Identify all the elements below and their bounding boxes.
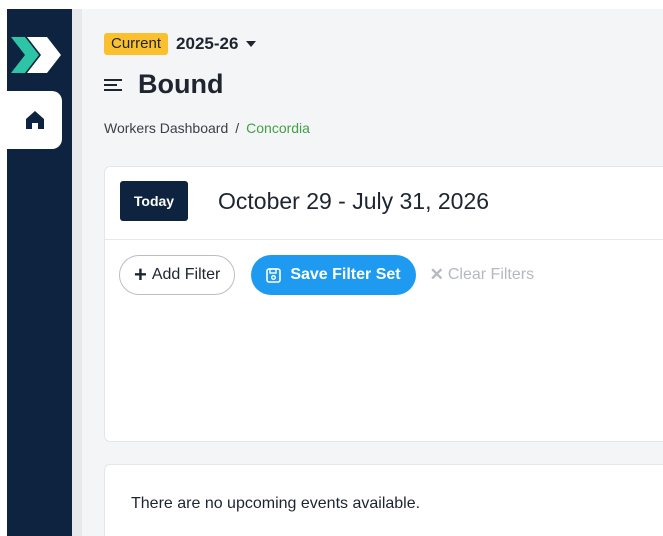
- date-range-bar: Today October 29 - July 31, 2026: [105, 167, 663, 240]
- bound-logo-icon[interactable]: [11, 35, 61, 75]
- save-filter-set-button[interactable]: Save Filter Set: [251, 255, 416, 295]
- caret-down-icon: [246, 41, 257, 47]
- page-header: Bound: [104, 69, 223, 100]
- main-content: Current 2025-26 Bound Workers Dashboard /…: [82, 9, 663, 536]
- app-window: Current 2025-26 Bound Workers Dashboard /…: [0, 0, 663, 536]
- filter-toolbar: + Add Filter Save Filter Set ✕ Clear Fil…: [119, 255, 534, 295]
- floppy-disk-icon: [266, 267, 282, 283]
- season-value: 2025-26: [176, 34, 239, 53]
- breadcrumb-separator: /: [235, 120, 240, 136]
- sidebar-nav: [7, 9, 72, 536]
- home-icon: [25, 111, 44, 129]
- breadcrumb-item-concordia: Concordia: [246, 120, 310, 136]
- clear-filters-button[interactable]: ✕ Clear Filters: [430, 265, 534, 285]
- save-filter-set-label: Save Filter Set: [290, 266, 401, 283]
- upcoming-events-card: There are no upcoming events available.: [104, 464, 663, 536]
- clear-filters-label: Clear Filters: [447, 266, 535, 283]
- x-icon: ✕: [429, 265, 444, 284]
- sidebar-item-home[interactable]: [7, 91, 62, 149]
- breadcrumb: Workers Dashboard / Concordia: [104, 120, 310, 136]
- date-range-label: October 29 - July 31, 2026: [218, 188, 490, 214]
- dashboard-filter-card: Today October 29 - July 31, 2026 + Add F…: [104, 166, 663, 442]
- season-selector[interactable]: Current 2025-26: [104, 33, 257, 55]
- events-empty-message: There are no upcoming events available.: [131, 495, 421, 512]
- current-badge: Current: [104, 33, 169, 55]
- today-button[interactable]: Today: [120, 181, 188, 221]
- plus-icon: +: [134, 262, 147, 287]
- menu-icon[interactable]: [104, 77, 124, 93]
- add-filter-button[interactable]: + Add Filter: [119, 255, 236, 295]
- breadcrumb-item-workers-dashboard[interactable]: Workers Dashboard: [104, 120, 228, 136]
- page-title: Bound: [138, 69, 224, 99]
- add-filter-label: Add Filter: [151, 266, 221, 283]
- sidebar-divider: [72, 9, 82, 536]
